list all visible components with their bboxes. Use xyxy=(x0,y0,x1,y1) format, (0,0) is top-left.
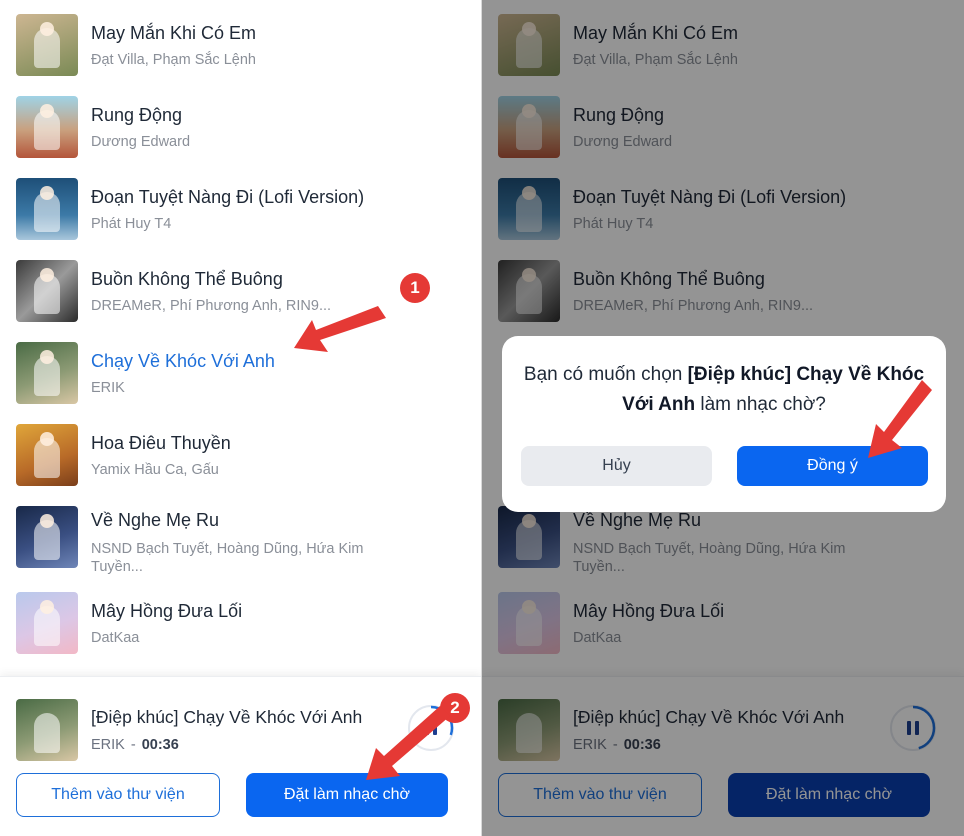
confirm-button[interactable]: Đồng ý xyxy=(737,446,928,486)
song-title: Rung Động xyxy=(91,105,183,125)
meta-separator: - xyxy=(130,737,136,753)
song-cover xyxy=(16,592,78,654)
song-title: May Mắn Khi Có Em xyxy=(91,23,257,43)
song-title: Về Nghe Mẹ Ru xyxy=(91,510,220,530)
song-title: Hoa Điêu Thuyền xyxy=(91,433,231,453)
player-cover xyxy=(16,699,78,761)
song-item-selected[interactable]: Chạy Về Khóc Với Anh ERIK xyxy=(0,342,482,404)
song-cover xyxy=(16,260,78,322)
song-title: Mây Hồng Đưa Lối xyxy=(91,601,243,621)
step-marker-1: 1 xyxy=(400,273,430,303)
player-meta: ERIK - 00:36 xyxy=(91,737,179,753)
dialog-msg-suffix: làm nhạc chờ? xyxy=(695,394,826,415)
screen-song-list: May Mắn Khi Có Em Đạt Villa, Phạm Sắc Lện… xyxy=(0,0,482,836)
step-marker-2: 2 xyxy=(440,693,470,723)
song-item[interactable]: Hoa Điêu Thuyền Yamix Hầu Ca, Gấu xyxy=(0,424,482,486)
song-item[interactable]: Về Nghe Mẹ Ru NSND Bạch Tuyết, Hoàng Dũng… xyxy=(0,506,482,576)
song-cover xyxy=(16,14,78,76)
song-item[interactable]: Rung Động Dương Edward xyxy=(0,96,482,158)
song-cover xyxy=(16,178,78,240)
song-artist: Phát Huy T4 xyxy=(91,216,172,232)
player-artist: ERIK xyxy=(91,737,125,753)
song-cover xyxy=(16,506,78,568)
cancel-button[interactable]: Hủy xyxy=(521,446,712,486)
song-cover xyxy=(16,96,78,158)
dialog-msg-prefix: Bạn có muốn chọn xyxy=(523,364,688,385)
dialog-message: Bạn có muốn chọn [Điệp khúc] Chạy Về Khó… xyxy=(522,360,926,420)
song-cover xyxy=(16,424,78,486)
song-artist: ERIK xyxy=(91,380,125,396)
mini-player: [Điệp khúc] Chạy Về Khóc Với Anh ERIK - … xyxy=(0,676,482,836)
song-title: Đoạn Tuyệt Nàng Đi (Lofi Version) xyxy=(91,187,365,207)
screen-confirm-dialog: May Mắn Khi Có Em Đạt Villa, Phạm Sắc Lện… xyxy=(482,0,964,836)
confirm-dialog: Bạn có muốn chọn [Điệp khúc] Chạy Về Khó… xyxy=(502,336,946,512)
add-to-library-button[interactable]: Thêm vào thư viện xyxy=(16,773,220,817)
song-item[interactable]: Đoạn Tuyệt Nàng Đi (Lofi Version) Phát Hu… xyxy=(0,178,482,240)
song-artist: Dương Edward xyxy=(91,134,191,150)
song-item[interactable]: Mây Hồng Đưa Lối DatKaa xyxy=(0,592,482,654)
player-time: 00:36 xyxy=(141,737,179,753)
song-cover xyxy=(16,342,78,404)
player-title: [Điệp khúc] Chạy Về Khóc Với Anh xyxy=(91,707,363,727)
set-ringback-button[interactable]: Đặt làm nhạc chờ xyxy=(246,773,448,817)
song-artist: DatKaa xyxy=(91,630,140,646)
song-artist: Đạt Villa, Phạm Sắc Lệnh xyxy=(91,52,256,68)
song-artist: NSND Bạch Tuyết, Hoàng Dũng, Hứa Kim Tuy… xyxy=(91,541,364,575)
song-artist: Yamix Hầu Ca, Gấu xyxy=(91,462,219,478)
song-item[interactable]: May Mắn Khi Có Em Đạt Villa, Phạm Sắc Lện… xyxy=(0,14,482,76)
song-title: Chạy Về Khóc Với Anh xyxy=(91,351,275,371)
